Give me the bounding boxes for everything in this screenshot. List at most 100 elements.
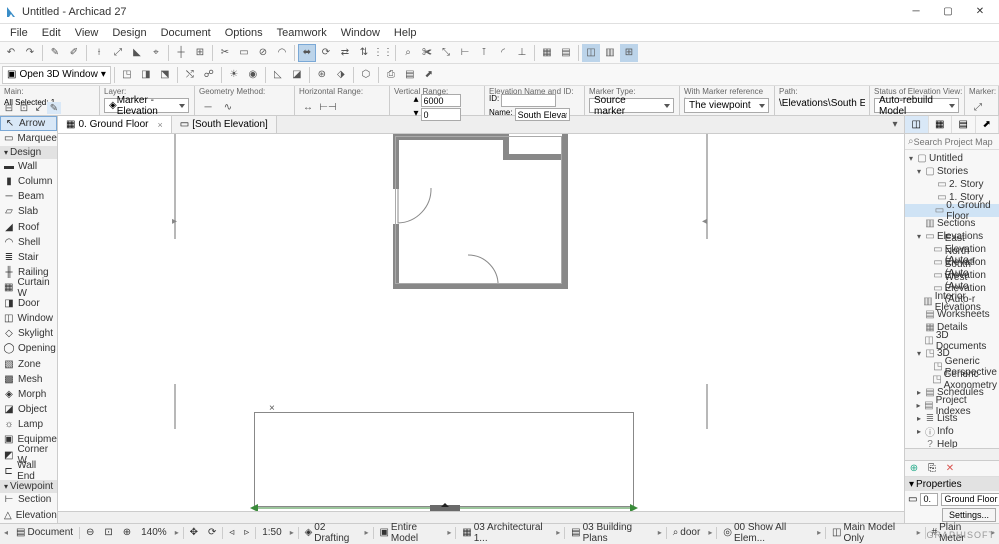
hrange-lim-icon[interactable]: ⊢⊣ — [319, 98, 337, 116]
tool-lamp[interactable]: ☼Lamp — [0, 417, 57, 432]
trace-icon[interactable]: ▦ — [538, 44, 556, 62]
elevation-outline[interactable]: × — [254, 412, 634, 507]
sb-zoomin[interactable]: ⊕ — [119, 527, 135, 538]
marker-flip-icon[interactable]: ⤢ — [969, 98, 987, 116]
maximize-button[interactable]: ▢ — [933, 2, 963, 22]
menu-options[interactable]: Options — [219, 25, 269, 41]
nav-new-icon[interactable]: ⊕ — [905, 463, 923, 474]
tool-morph[interactable]: ◈Morph — [0, 387, 57, 402]
knife-icon[interactable]: ✀ — [418, 44, 436, 62]
tool-beam[interactable]: ─Beam — [0, 190, 57, 205]
drawing-canvas[interactable]: ▸ ◂ — [58, 134, 904, 511]
coord-icon[interactable]: ◣ — [128, 44, 146, 62]
sb-document[interactable]: ▤Document — [12, 527, 77, 538]
menu-edit[interactable]: Edit — [36, 25, 67, 41]
elevation-line[interactable] — [250, 503, 640, 511]
selset-1-icon[interactable]: ⊟ — [2, 102, 16, 114]
evaluate-icon[interactable]: ⊛ — [313, 66, 331, 84]
tool-opening[interactable]: ◯Opening — [0, 342, 57, 357]
tool-zone[interactable]: ▧Zone — [0, 357, 57, 372]
sb-door-filter[interactable]: ⌕door — [669, 527, 705, 538]
sb-mainmodel[interactable]: ◫Main Model Only — [828, 522, 913, 544]
tree-info[interactable]: ▸ⓘInfo — [905, 425, 999, 438]
snap-icon[interactable]: ⌖ — [147, 44, 165, 62]
tool-slab[interactable]: ▱Slab — [0, 205, 57, 220]
ruler-icon[interactable]: ⟊ — [90, 44, 108, 62]
nav-publisher-icon[interactable]: ⬈ — [976, 116, 999, 133]
tool-window[interactable]: ◫Window — [0, 312, 57, 327]
explore-icon[interactable]: ⤭ — [181, 66, 199, 84]
sb-a5[interactable]: ▸ — [706, 528, 714, 537]
marker-dropdown[interactable]: Source marker — [589, 98, 674, 113]
vrange-input2[interactable] — [421, 108, 461, 121]
tool-door[interactable]: ◨Door — [0, 296, 57, 311]
tree-indexes[interactable]: ▸▤Project Indexes — [905, 399, 999, 412]
tool-skylight[interactable]: ◇Skylight — [0, 327, 57, 342]
tree-root[interactable]: ▾▢Untitled — [905, 152, 999, 165]
tool-marquee[interactable]: ▭Marquee — [0, 131, 57, 146]
props-settings-button[interactable]: Settings... — [942, 508, 996, 522]
geom-single-icon[interactable]: ─ — [199, 98, 217, 116]
sb-left-arrow[interactable]: ◂ — [2, 528, 10, 537]
tool-elevation[interactable]: △Elevation — [0, 508, 57, 523]
tool-header-viewpoint[interactable]: Viewpoint — [0, 480, 57, 493]
tree-axo[interactable]: ◳Generic Axonometry — [905, 373, 999, 386]
sb-zoom-arrow[interactable]: ▸ — [173, 528, 181, 537]
sb-a4[interactable]: ▸ — [656, 528, 664, 537]
nav-layout-icon[interactable]: ▤ — [952, 116, 976, 133]
elevate-icon[interactable]: ⇅ — [355, 44, 373, 62]
sb-zoomfit[interactable]: ⊡ — [100, 527, 116, 538]
tool-arrow[interactable]: ↖Arrow — [0, 116, 57, 131]
elevation-handle-x[interactable]: × — [269, 403, 275, 414]
resize-icon[interactable]: ⤡ — [437, 44, 455, 62]
render-icon[interactable]: ◉ — [244, 66, 262, 84]
sb-plans[interactable]: ▤03 Building Plans — [567, 522, 654, 544]
sb-a2[interactable]: ▸ — [445, 528, 453, 537]
minimize-button[interactable]: ─ — [901, 2, 931, 22]
status-dropdown[interactable]: Auto-rebuild Model — [874, 98, 959, 113]
sb-scale-arrow[interactable]: ▸ — [288, 528, 296, 537]
menu-view[interactable]: View — [69, 25, 105, 41]
nav-search-input[interactable] — [914, 137, 999, 147]
menu-teamwork[interactable]: Teamwork — [271, 25, 333, 41]
elev-name-input[interactable] — [515, 108, 570, 121]
selset-2-icon[interactable]: ⊡ — [17, 102, 31, 114]
menu-help[interactable]: Help — [388, 25, 423, 41]
grid-icon[interactable]: ┼ — [172, 44, 190, 62]
view-opt3-icon[interactable]: ⊞ — [620, 44, 638, 62]
cut-icon[interactable]: ✂ — [216, 44, 234, 62]
tool-mesh[interactable]: ▩Mesh — [0, 372, 57, 387]
multiply-icon[interactable]: ⋮⋮ — [374, 44, 392, 62]
redo-button[interactable]: ↷ — [21, 44, 39, 62]
walk-icon[interactable]: ☍ — [200, 66, 218, 84]
relative-icon[interactable]: ⤢ — [109, 44, 127, 62]
move-icon[interactable]: ⬌ — [298, 44, 316, 62]
sb-orbit[interactable]: ⟳ — [204, 527, 220, 538]
selset-config-icon[interactable]: ✎ — [47, 102, 61, 114]
find-icon[interactable]: ⌕ — [399, 44, 417, 62]
tree-story-0[interactable]: ▭0. Ground Floor — [905, 204, 999, 217]
markerref-dropdown[interactable]: The viewpoint — [684, 98, 769, 113]
tree-help[interactable]: ?Help — [905, 438, 999, 448]
tree-worksheets[interactable]: ▤Worksheets — [905, 308, 999, 321]
view3d-2-icon[interactable]: ◨ — [137, 66, 155, 84]
syringe-icon[interactable]: ✐ — [65, 44, 83, 62]
tool-stair[interactable]: ≣Stair — [0, 250, 57, 265]
tool-wallend[interactable]: ⊏Wall End — [0, 464, 57, 480]
sun-icon[interactable]: ☀ — [225, 66, 243, 84]
tool-roof[interactable]: ◢Roof — [0, 220, 57, 235]
print-icon[interactable]: ⎙ — [382, 66, 400, 84]
properties-header[interactable]: ▾ Properties — [905, 477, 999, 491]
rotate-icon[interactable]: ⟳ — [317, 44, 335, 62]
sb-a3[interactable]: ▸ — [554, 528, 562, 537]
sb-prev[interactable]: ◃ — [225, 527, 238, 538]
eyedropper-icon[interactable]: ✎ — [46, 44, 64, 62]
open-3d-button[interactable]: ▣ Open 3D Window ▾ — [2, 66, 111, 84]
tool-header-design[interactable]: Design — [0, 146, 57, 159]
sb-model[interactable]: ▣Entire Model — [375, 522, 443, 544]
sb-zoom-value[interactable]: 140% — [137, 527, 171, 538]
tool-shell[interactable]: ◠Shell — [0, 235, 57, 250]
tool-curtainwall[interactable]: ▦Curtain W — [0, 280, 57, 296]
sb-showall[interactable]: ◎00 Show All Elem... — [719, 522, 813, 544]
hrange-inf-icon[interactable]: ↔ — [299, 98, 317, 116]
